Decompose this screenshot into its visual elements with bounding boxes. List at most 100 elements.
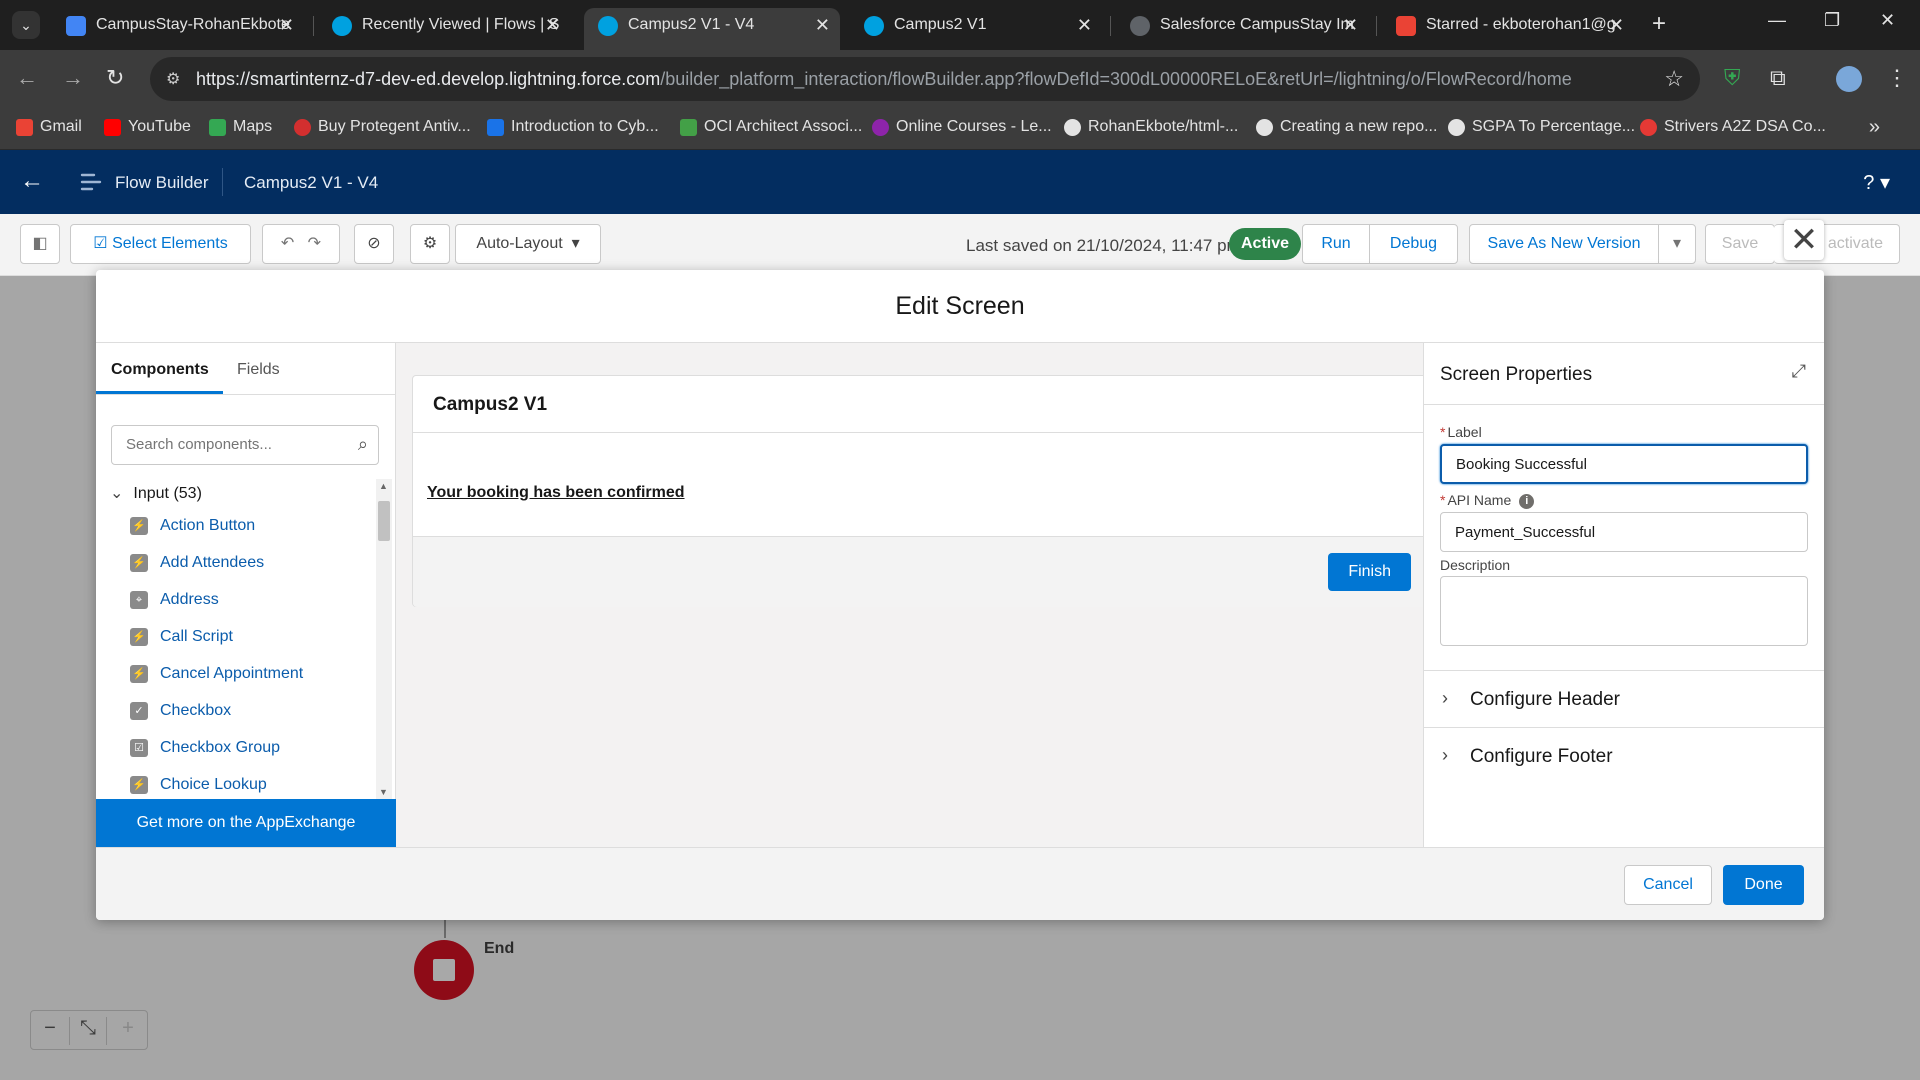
restore-icon[interactable]: ❐	[1824, 10, 1840, 31]
chevron-down-icon: ⌄	[110, 485, 124, 502]
scroll-down-icon[interactable]: ▼	[379, 787, 388, 797]
window-close-icon[interactable]: ✕	[1880, 10, 1895, 31]
help-menu-icon[interactable]: ? ▾	[1863, 170, 1890, 195]
description-textarea[interactable]	[1440, 576, 1808, 646]
chevron-down-icon: ▾	[571, 235, 580, 252]
back-arrow-icon[interactable]: ←	[20, 167, 44, 195]
components-scrollbar[interactable]: ▲ ▼	[376, 479, 392, 799]
back-arrow-icon[interactable]: ←	[16, 65, 38, 91]
scrollbar-thumb[interactable]	[378, 501, 390, 541]
bookmark-cyber[interactable]: Introduction to Cyb...	[487, 118, 659, 136]
zoom-out-icon[interactable]: −	[31, 1017, 69, 1040]
close-icon[interactable]: ✕	[1077, 8, 1092, 42]
save-options-chevron-icon[interactable]: ▾	[1658, 224, 1696, 264]
configure-footer-section[interactable]: › Configure Footer	[1424, 727, 1824, 784]
component-item-add-attendees[interactable]: ⚡ Add Attendees	[130, 552, 264, 589]
layout-dropdown[interactable]: Auto-Layout ▾	[455, 224, 601, 264]
search-components-input[interactable]	[126, 426, 346, 462]
more-bookmarks-icon[interactable]: »	[1869, 116, 1880, 139]
bookmark-online-courses[interactable]: Online Courses - Le...	[872, 118, 1052, 136]
bookmark-gmail[interactable]: Gmail	[16, 118, 82, 136]
zoom-in-icon[interactable]: +	[109, 1017, 147, 1040]
browser-tab[interactable]: Recently Viewed | Flows | S ✕	[318, 8, 570, 42]
component-item-cancel-appointment[interactable]: ⚡ Cancel Appointment	[130, 663, 303, 700]
info-icon[interactable]: i	[1519, 494, 1535, 509]
close-icon[interactable]: ✕	[279, 8, 294, 42]
deactivate-label: activate	[1827, 235, 1883, 252]
configure-header-section[interactable]: › Configure Header	[1424, 670, 1824, 727]
expand-icon[interactable]: ⤢	[1792, 361, 1806, 382]
preview-display-text[interactable]: Your booking has been confirmed	[427, 484, 685, 502]
tab-separator	[1110, 16, 1111, 36]
profile-avatar[interactable]	[1836, 66, 1862, 92]
save-as-new-version-button[interactable]: Save As New Version	[1469, 224, 1659, 264]
redo-icon[interactable]: ↷	[308, 235, 321, 252]
preview-title: Campus2 V1	[413, 376, 1431, 433]
close-icon[interactable]: ✕	[1343, 8, 1358, 42]
error-check-icon[interactable]: ⊘	[354, 224, 394, 264]
tab-fields[interactable]: Fields	[237, 361, 280, 379]
reload-icon[interactable]: ↻	[106, 65, 124, 91]
tab-title: Salesforce CampusStay Im	[1160, 16, 1354, 33]
browser-tab-active[interactable]: Campus2 V1 - V4 ✕	[584, 8, 840, 50]
bookmark-sgpa[interactable]: SGPA To Percentage...	[1448, 118, 1635, 136]
extensions-puzzle-icon[interactable]: ⧉	[1770, 65, 1786, 91]
tab-components[interactable]: Components	[111, 361, 209, 379]
label-input[interactable]	[1440, 444, 1808, 484]
forward-arrow-icon[interactable]: →	[62, 65, 84, 91]
appexchange-link[interactable]: Get more on the AppExchange	[96, 799, 396, 847]
close-icon[interactable]: ✕	[545, 8, 560, 42]
help-icon: ?	[1863, 172, 1875, 194]
browser-tab[interactable]: Starred - ekboterohan1@g ✕	[1382, 8, 1634, 42]
bookmark-protegent[interactable]: Buy Protegent Antiv...	[294, 118, 471, 136]
save-button[interactable]: Save	[1705, 224, 1775, 264]
select-elements-button[interactable]: ☑ Select Elements	[70, 224, 251, 264]
components-tabs: Components Fields	[96, 343, 395, 395]
browser-tab[interactable]: Salesforce CampusStay Im ✕	[1116, 8, 1368, 42]
site-settings-icon[interactable]: ⚙	[166, 69, 180, 89]
browser-tab[interactable]: Campus2 V1 ✕	[850, 8, 1102, 42]
bookmark-strivers[interactable]: Strivers A2Z DSA Co...	[1640, 118, 1826, 136]
run-button[interactable]: Run	[1302, 224, 1370, 264]
cancel-button[interactable]: Cancel	[1624, 865, 1712, 905]
browser-menu-icon[interactable]: ⋮	[1886, 65, 1908, 91]
fit-view-icon[interactable]: ⤡	[69, 1017, 107, 1045]
component-item-call-script[interactable]: ⚡ Call Script	[130, 626, 233, 663]
bookmark-youtube[interactable]: YouTube	[104, 118, 191, 136]
url-text: https://smartinternz-d7-dev-ed.develop.l…	[196, 69, 1572, 90]
undo-redo-group: ↶ ↷	[262, 224, 340, 264]
api-name-input[interactable]	[1440, 512, 1808, 552]
minimize-icon[interactable]: —	[1768, 10, 1786, 31]
configure-header-label: Configure Header	[1470, 689, 1620, 710]
url-field[interactable]: ⚙ https://smartinternz-d7-dev-ed.develop…	[150, 57, 1700, 101]
bookmark-oci[interactable]: OCI Architect Associ...	[680, 118, 862, 136]
bookmark-maps[interactable]: Maps	[209, 118, 272, 136]
new-tab-plus-icon[interactable]: +	[1652, 10, 1666, 38]
undo-icon[interactable]: ↶	[281, 235, 294, 252]
api-name-field-label: * API Name i	[1440, 492, 1535, 509]
bookmark-new-repo[interactable]: Creating a new repo...	[1256, 118, 1437, 136]
bookmark-github[interactable]: RohanEkbote/html-...	[1064, 118, 1238, 136]
bookmark-label: Gmail	[40, 118, 82, 135]
component-item-checkbox-group[interactable]: ☑ Checkbox Group	[130, 737, 280, 774]
component-item-checkbox[interactable]: ✓ Checkbox	[130, 700, 231, 737]
settings-gear-icon[interactable]: ⚙	[410, 224, 450, 264]
tab-search-menu[interactable]: ⌄	[12, 11, 40, 39]
end-node-icon[interactable]	[414, 940, 474, 1000]
shield-extension-icon[interactable]: ⛨	[1724, 65, 1741, 91]
bookmark-star-icon[interactable]: ☆	[1664, 66, 1684, 92]
scroll-up-icon[interactable]: ▲	[379, 481, 388, 491]
finish-button[interactable]: Finish	[1328, 553, 1411, 591]
toggle-panel-icon[interactable]: ◧	[20, 224, 60, 264]
debug-button[interactable]: Debug	[1369, 224, 1458, 264]
close-icon[interactable]: ✕	[815, 8, 830, 42]
component-item-action-button[interactable]: ⚡ Action Button	[130, 515, 255, 552]
component-item-address[interactable]: ⌖ Address	[130, 589, 219, 626]
browser-tab[interactable]: CampusStay-RohanEkbote ✕	[52, 8, 304, 42]
close-icon[interactable]: ✕	[1609, 8, 1624, 42]
done-button[interactable]: Done	[1723, 865, 1804, 905]
screen-preview[interactable]: Campus2 V1 Your booking has been confirm…	[412, 375, 1432, 607]
modal-close-icon[interactable]: ✕	[1784, 220, 1824, 260]
bookmark-label: SGPA To Percentage...	[1472, 118, 1636, 135]
input-group-header[interactable]: ⌄ Input (53)	[110, 483, 202, 503]
